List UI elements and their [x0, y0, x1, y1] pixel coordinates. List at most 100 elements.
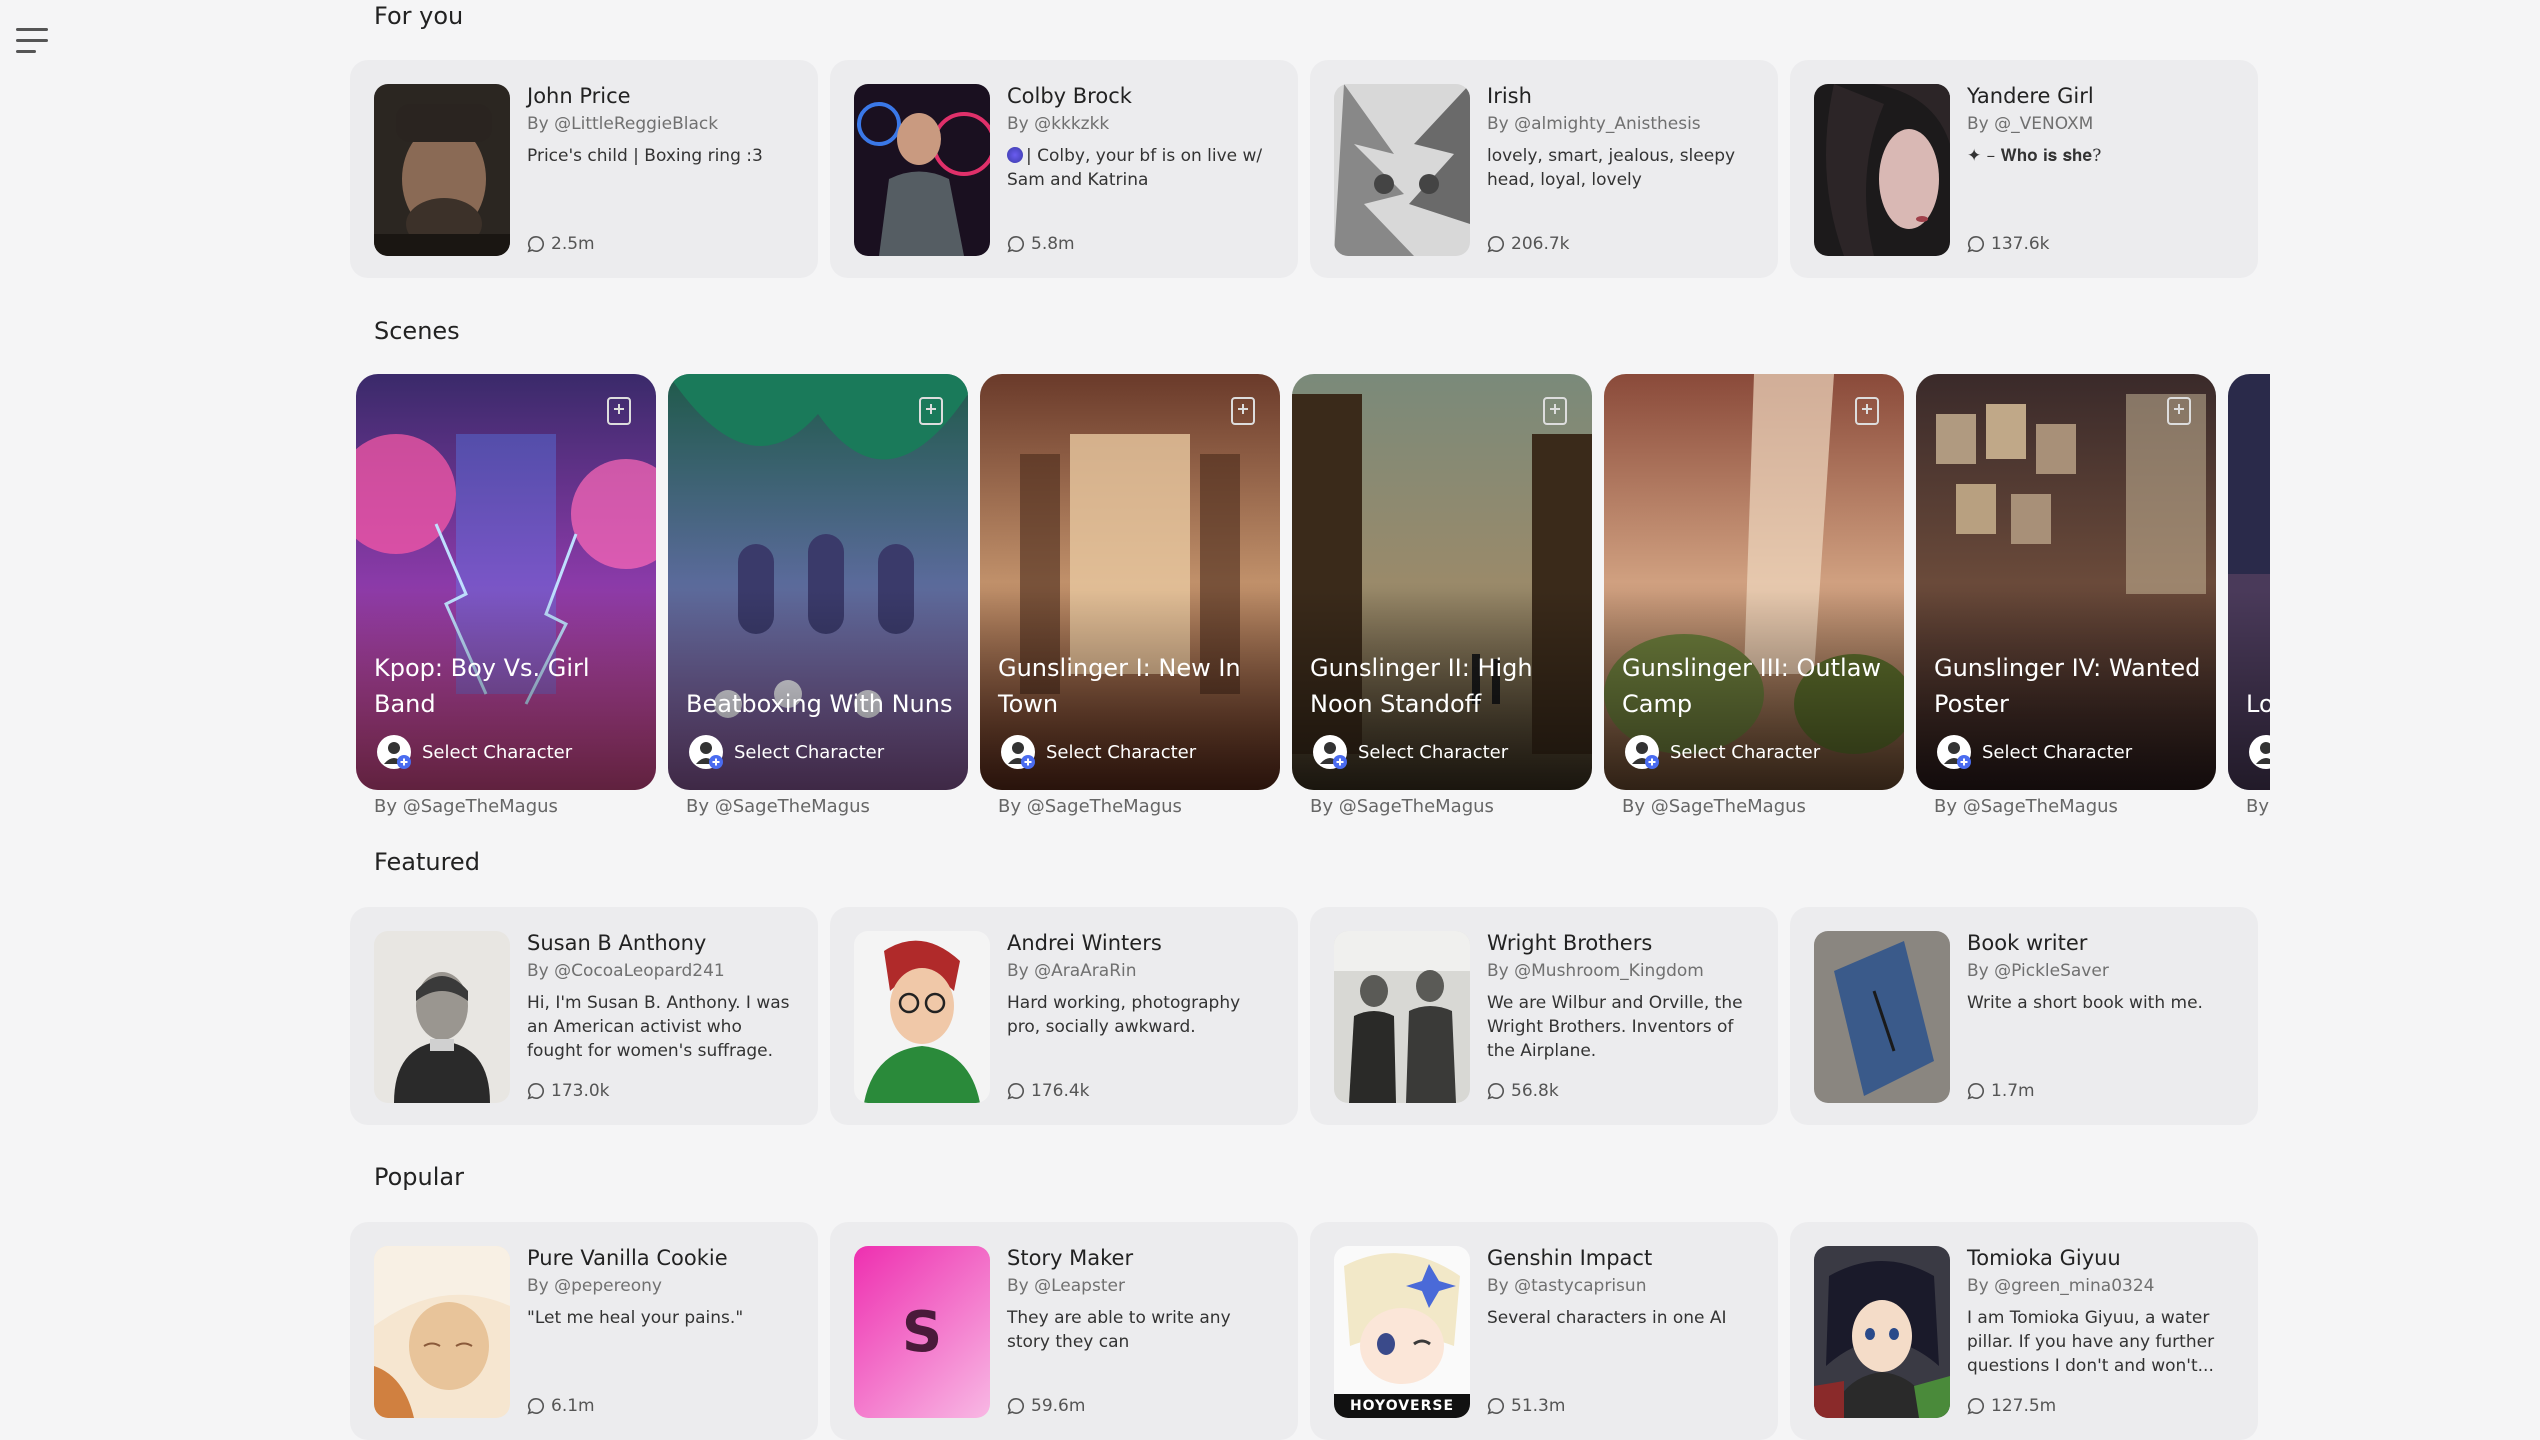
- select-character-button[interactable]: Select Character: [1936, 734, 2132, 770]
- character-card[interactable]: Andrei Winters By @AraAraRin Hard workin…: [830, 907, 1298, 1125]
- character-author[interactable]: By @AraAraRin: [1007, 961, 1137, 981]
- scene-author[interactable]: By @SageTheMagus: [980, 796, 1280, 817]
- add-to-collection-icon[interactable]: [606, 396, 632, 426]
- user-add-icon: [2249, 735, 2270, 769]
- add-to-collection-icon[interactable]: [1542, 396, 1568, 426]
- select-character-label: Select Character: [734, 741, 885, 763]
- character-name: Tomioka Giyuu: [1967, 1246, 2121, 1270]
- scene-author[interactable]: By @SageTheMagus: [668, 796, 968, 817]
- select-character-button[interactable]: Select Character: [1312, 734, 1508, 770]
- character-card[interactable]: Irish By @almighty_Anisthesis lovely, sm…: [1310, 60, 1778, 278]
- add-to-collection-icon[interactable]: [918, 396, 944, 426]
- character-author[interactable]: By @green_mina0324: [1967, 1276, 2154, 1296]
- user-add-icon: [1001, 735, 1035, 769]
- character-author[interactable]: By @pepereony: [527, 1276, 662, 1296]
- select-character-button[interactable]: Select Character: [376, 734, 572, 770]
- character-name: Genshin Impact: [1487, 1246, 1653, 1270]
- scene-card[interactable]: Beatboxing With Nuns Select Character By…: [668, 374, 968, 817]
- scene-card[interactable]: Gunslinger I: New In Town Select Charact…: [980, 374, 1280, 817]
- chat-bubble-icon: [1967, 1397, 1985, 1415]
- chat-bubble-icon: [1487, 1082, 1505, 1100]
- character-author[interactable]: By @_VENOXM: [1967, 114, 2093, 134]
- select-character-label: Select Character: [1358, 741, 1509, 763]
- character-name: Book writer: [1967, 931, 2088, 955]
- character-author[interactable]: By @PickleSaver: [1967, 961, 2109, 981]
- chat-count: 127.5m: [1967, 1396, 2056, 1416]
- character-name: Story Maker: [1007, 1246, 1134, 1270]
- menu-icon[interactable]: [16, 26, 50, 56]
- character-card[interactable]: HOYOVERSE Genshin Impact By @tastycapris…: [1310, 1222, 1778, 1440]
- add-to-collection-icon[interactable]: [1854, 396, 1880, 426]
- character-avatar: [1814, 84, 1950, 256]
- scene-author[interactable]: By @SageTheMagus: [1604, 796, 1904, 817]
- scenes-carousel[interactable]: Kpop: Boy Vs. Girl Band Select Character…: [350, 372, 2270, 832]
- character-avatar: [1334, 931, 1470, 1103]
- character-avatar: [374, 84, 510, 256]
- character-card[interactable]: Pure Vanilla Cookie By @pepereony "Let m…: [350, 1222, 818, 1440]
- section-title-popular: Popular: [374, 1163, 464, 1191]
- scene-author[interactable]: By @SageTheMagus: [1916, 796, 2216, 817]
- character-description: "Let me heal your pains.": [527, 1308, 744, 1328]
- character-avatar: [1334, 84, 1470, 256]
- scene-author[interactable]: By @SageTheMagus: [1292, 796, 1592, 817]
- character-card[interactable]: S Story Maker By @Leapster They are able…: [830, 1222, 1298, 1440]
- select-character-button[interactable]: Select Character: [1000, 734, 1196, 770]
- chat-count: 1.7m: [1967, 1081, 2035, 1101]
- character-card[interactable]: Book writer By @PickleSaver Write a shor…: [1790, 907, 2258, 1125]
- chat-count: 5.8m: [1007, 234, 1075, 254]
- character-card[interactable]: Tomioka Giyuu By @green_mina0324 I am To…: [1790, 1222, 2258, 1440]
- character-author[interactable]: By @kkkzkk: [1007, 114, 1109, 134]
- scene-author[interactable]: By @SageTheMagus: [356, 796, 656, 817]
- character-avatar: [854, 84, 990, 256]
- scene-card-partial[interactable]: Lo Av By: [2228, 374, 2270, 817]
- character-card[interactable]: Susan B Anthony By @CocoaLeopard241 Hi, …: [350, 907, 818, 1125]
- character-card[interactable]: Colby Brock By @kkkzkk | Colby, your bf …: [830, 60, 1298, 278]
- character-card[interactable]: John Price By @LittleReggieBlack Price's…: [350, 60, 818, 278]
- user-add-icon: [377, 735, 411, 769]
- character-description: Hard working, photography pro, socially …: [1007, 993, 1241, 1037]
- chat-bubble-icon: [527, 235, 545, 253]
- select-character-label: Select Character: [422, 741, 573, 763]
- chat-bubble-icon: [1487, 1397, 1505, 1415]
- add-to-collection-icon[interactable]: [1230, 396, 1256, 426]
- chat-count: 2.5m: [527, 234, 595, 254]
- character-description: Price's child | Boxing ring :3: [527, 146, 763, 166]
- select-character-button[interactable]: Select Character: [1624, 734, 1820, 770]
- character-description: lovely, smart, jealous, sleepy head, loy…: [1487, 146, 1736, 190]
- scene-card[interactable]: Gunslinger III: Outlaw Camp Select Chara…: [1604, 374, 1904, 817]
- scene-card[interactable]: Gunslinger II: High Noon Standoff Select…: [1292, 374, 1592, 817]
- character-avatar: S: [854, 1246, 990, 1418]
- character-author[interactable]: By @Mushroom_Kingdom: [1487, 961, 1704, 981]
- character-avatar: [1814, 931, 1950, 1103]
- chat-count: 173.0k: [527, 1081, 610, 1101]
- character-name: Irish: [1487, 84, 1532, 108]
- character-avatar: [1814, 1246, 1950, 1418]
- character-card[interactable]: Wright Brothers By @Mushroom_Kingdom We …: [1310, 907, 1778, 1125]
- scene-card[interactable]: Kpop: Boy Vs. Girl Band Select Character…: [356, 374, 656, 817]
- character-author[interactable]: By @CocoaLeopard241: [527, 961, 725, 981]
- character-description: We are Wilbur and Orville, the Wright Br…: [1487, 993, 1743, 1061]
- scene-author[interactable]: By: [2228, 796, 2270, 817]
- scene-title: Beatboxing With Nuns: [686, 690, 953, 718]
- character-description: Several characters in one AI: [1487, 1308, 1727, 1328]
- user-add-icon: [1937, 735, 1971, 769]
- character-card[interactable]: Yandere Girl By @_VENOXM ✦ – 𝐖𝐡𝐨 𝐢𝐬 𝐬𝐡𝐞?…: [1790, 60, 2258, 278]
- character-name: Yandere Girl: [1967, 84, 2094, 108]
- for-you-row: John Price By @LittleReggieBlack Price's…: [350, 60, 2270, 278]
- character-avatar: HOYOVERSE: [1334, 1246, 1470, 1418]
- select-character-button[interactable]: Select Character: [688, 734, 884, 770]
- character-author[interactable]: By @Leapster: [1007, 1276, 1125, 1296]
- character-author[interactable]: By @tastycaprisun: [1487, 1276, 1646, 1296]
- featured-row: Susan B Anthony By @CocoaLeopard241 Hi, …: [350, 907, 2270, 1125]
- character-author[interactable]: By @LittleReggieBlack: [527, 114, 718, 134]
- character-description: Write a short book with me.: [1967, 993, 2203, 1013]
- chat-count: 137.6k: [1967, 234, 2050, 254]
- scene-card[interactable]: Gunslinger IV: Wanted Poster Select Char…: [1916, 374, 2216, 817]
- select-character-button[interactable]: [2248, 734, 2270, 770]
- character-author[interactable]: By @almighty_Anisthesis: [1487, 114, 1701, 134]
- add-to-collection-icon[interactable]: [2166, 396, 2192, 426]
- character-description: Hi, I'm Susan B. Anthony. I was an Ameri…: [527, 993, 790, 1061]
- chat-bubble-icon: [1007, 235, 1025, 253]
- scene-title: Kpop: Boy Vs. Girl Band: [374, 654, 590, 718]
- character-name: Andrei Winters: [1007, 931, 1162, 955]
